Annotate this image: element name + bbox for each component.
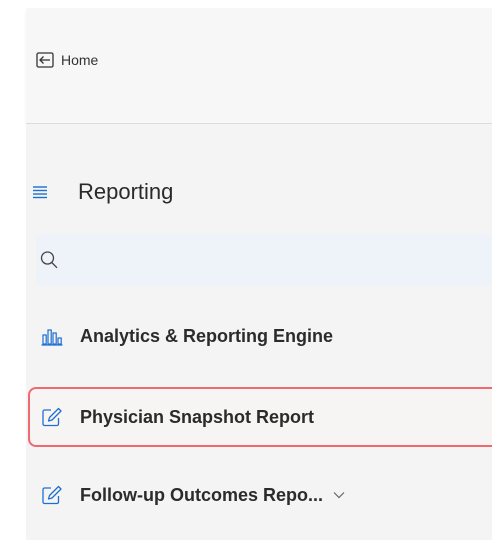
search-icon [40, 251, 58, 269]
chevron-down-icon[interactable] [333, 491, 345, 499]
nav-item-analytics-reporting-engine[interactable]: Analytics & Reporting Engine [26, 307, 492, 365]
nav-item-physician-snapshot-report[interactable]: Physician Snapshot Report [28, 387, 492, 447]
hamburger-menu-icon[interactable] [32, 185, 48, 199]
nav-item-label: Physician Snapshot Report [80, 406, 315, 427]
app-root: Home Reporting Analytics & Reporting Eng… [0, 0, 492, 540]
bar-chart-icon [41, 329, 63, 346]
nav-item-follow-up-outcomes-report[interactable]: Follow-up Outcomes Repo... [26, 466, 492, 524]
home-label: Home [61, 52, 99, 68]
search-input[interactable] [67, 245, 467, 275]
nav-item-label: Analytics & Reporting Engine [80, 325, 334, 346]
section-title: Reporting [78, 179, 174, 204]
edit-icon [42, 407, 62, 427]
nav-item-label: Follow-up Outcomes Repo... [80, 484, 323, 505]
section-header: Reporting [32, 177, 173, 207]
edit-icon [42, 485, 62, 505]
home-link[interactable]: Home [36, 49, 98, 71]
back-arrow-box-icon [36, 52, 54, 68]
search-bar[interactable] [36, 234, 492, 286]
